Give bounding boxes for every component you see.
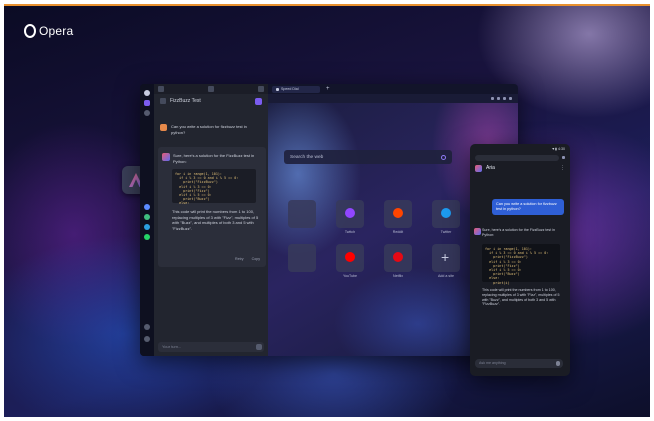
search-icon[interactable] <box>441 154 446 160</box>
address-bar[interactable] <box>268 94 518 103</box>
sidebar-messenger-icon[interactable] <box>144 204 150 210</box>
speed-dial-empty[interactable] <box>288 200 316 228</box>
phone-chat-input[interactable]: Ask me anything <box>475 359 563 368</box>
top-accent-bar <box>4 4 650 6</box>
twitch-icon <box>345 208 355 218</box>
extensions-icon[interactable] <box>497 97 500 100</box>
phone-aria-outro: This code will print the numbers from 1 … <box>482 288 560 307</box>
youtube-icon <box>345 252 355 262</box>
opera-wordmark: Opera <box>39 24 74 38</box>
aria-intro-text: Sure, here's a solution for the FizzBuzz… <box>173 153 255 164</box>
speed-dial-twitter[interactable] <box>432 200 460 228</box>
aria-chat-panel: FizzBuzz Test Can you write a solution f… <box>154 84 268 356</box>
browser-window: FizzBuzz Test Can you write a solution f… <box>140 84 518 356</box>
user-message: Can you write a solution for fizzbuzz te… <box>160 124 261 135</box>
sidebar-aria-icon[interactable] <box>144 100 150 106</box>
twitter-icon <box>441 208 451 218</box>
response-actions: Retry Copy <box>235 257 260 261</box>
code-line: print(i) <box>485 280 510 285</box>
phone-chat-title: Aria <box>486 165 495 171</box>
user-message-text: Can you write a solution for fizzbuzz te… <box>171 124 247 135</box>
sidebar-telegram-icon[interactable] <box>144 224 150 230</box>
tab-label: Speed Dial <box>281 87 299 91</box>
speed-dial-label: YouTube <box>342 274 358 278</box>
search-bar[interactable]: Search the web <box>284 150 452 164</box>
tab-speed-dial[interactable]: Speed Dial <box>272 85 320 93</box>
speed-dial-reddit[interactable] <box>384 200 412 228</box>
panel-toolbar <box>154 84 268 94</box>
phone-status-bar: ▼▮ 4:30 <box>551 146 565 151</box>
sidebar-item-icon[interactable] <box>144 110 150 116</box>
speed-dial-label: Netflix <box>393 274 403 278</box>
back-icon[interactable] <box>158 86 164 92</box>
phone-url-bar[interactable] <box>470 153 570 162</box>
phone-device: ▼▮ 4:30 Aria ⋮ Can you write a solution … <box>470 144 570 376</box>
chat-input[interactable]: Your turn... <box>158 342 264 352</box>
chat-title: FizzBuzz Test <box>170 98 201 104</box>
plus-icon: + <box>441 249 450 265</box>
wallet-icon[interactable] <box>491 97 494 100</box>
opera-logo: Opera <box>24 24 73 38</box>
phone-aria-avatar <box>474 228 481 235</box>
desktop-background: Opera FizzBuzz Test Can you write a solu… <box>4 4 650 417</box>
mic-icon[interactable] <box>556 361 560 366</box>
speed-dial-add[interactable]: + <box>432 244 460 272</box>
chat-input-placeholder: Your turn... <box>162 344 182 349</box>
phone-input-placeholder: Ask me anything <box>479 361 506 365</box>
sidebar-home-icon[interactable] <box>144 90 150 96</box>
aria-avatar <box>162 153 170 161</box>
sidebar-more-icon[interactable] <box>144 336 150 342</box>
phone-chat-header: Aria ⋮ <box>470 162 570 174</box>
tab-favicon-icon <box>276 87 279 91</box>
opera-o-icon <box>24 24 36 38</box>
profile-icon[interactable] <box>503 97 506 100</box>
speed-dial-empty[interactable] <box>288 244 316 272</box>
speed-dial-youtube[interactable] <box>336 244 364 272</box>
sidebar-settings-icon[interactable] <box>144 324 150 330</box>
browser-sidebar <box>140 84 154 356</box>
sidebar-chat-icon[interactable] <box>144 234 150 240</box>
aria-response-card: Sure, here's a solution for the FizzBuzz… <box>158 147 266 267</box>
aria-icon <box>475 164 482 172</box>
code-block: for i in range(1, 101): if i % 3 == 0 an… <box>172 169 256 206</box>
lock-icon <box>208 86 214 92</box>
phone-menu-icon[interactable] <box>562 156 565 159</box>
phone-code-block: for i in range(1, 101): if i % 3 == 0 an… <box>482 244 560 285</box>
menu-icon[interactable] <box>509 97 512 100</box>
phone-user-message: Can you write a solution for fizzbuzz te… <box>492 199 564 215</box>
aria-outro-text: This code will print the numbers from 1 … <box>172 209 259 231</box>
phone-aria-intro: Sure, here's a solution for the FizzBuzz… <box>482 228 555 237</box>
speed-dial-netflix[interactable] <box>384 244 412 272</box>
speed-dial-label: Add a site <box>438 274 454 278</box>
user-avatar <box>160 124 167 131</box>
send-icon[interactable] <box>256 344 262 350</box>
speed-dial-label: Twitch <box>344 230 356 234</box>
chat-header: FizzBuzz Test <box>154 94 268 108</box>
speed-dial-label: Twitter <box>440 230 452 234</box>
reddit-icon <box>393 208 403 218</box>
new-chat-button[interactable] <box>255 97 262 105</box>
code-line: else: <box>175 201 190 206</box>
retry-button[interactable]: Retry <box>235 257 244 261</box>
sidebar-whatsapp-icon[interactable] <box>144 214 150 220</box>
speed-dial-label: Reddit <box>392 230 404 234</box>
tab-bar: Speed Dial + <box>268 84 518 94</box>
copy-button[interactable]: Copy <box>252 257 260 261</box>
new-tab-icon[interactable]: + <box>326 86 330 92</box>
speed-dial-twitch[interactable] <box>336 200 364 228</box>
search-placeholder: Search the web <box>290 154 324 160</box>
phone-url-field[interactable] <box>475 154 559 161</box>
netflix-icon <box>393 252 403 262</box>
menu-icon[interactable] <box>160 98 166 104</box>
close-icon[interactable] <box>258 86 264 92</box>
more-icon[interactable]: ⋮ <box>560 165 565 171</box>
